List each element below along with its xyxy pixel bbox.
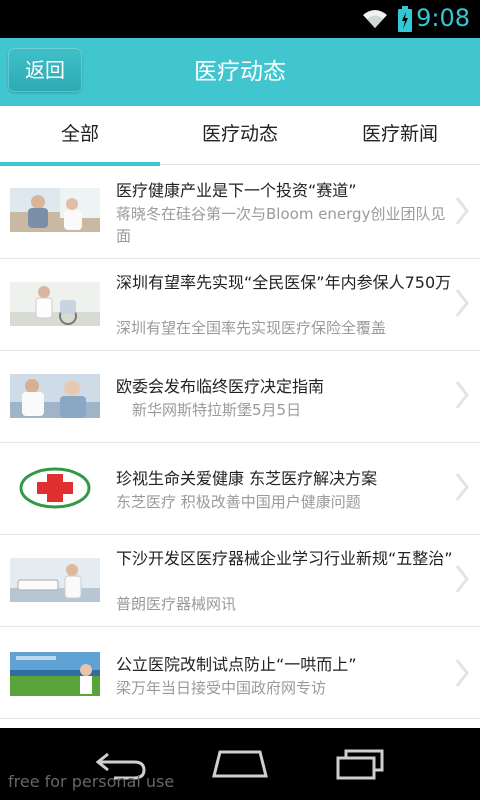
list-item-subtitle: 梁万年当日接受中国政府网专访 (116, 679, 327, 697)
chevron-right-icon (455, 565, 469, 593)
list-item[interactable]: 深圳有望率先实现“全民医保”年内参保人750万 深圳有望在全国率先实现医疗保险全… (0, 258, 480, 351)
status-time: 9:08 (416, 4, 470, 32)
list-item[interactable]: 公立医院改制试点防止“一哄而上” 梁万年当日接受中国政府网专访 (0, 626, 480, 719)
list-item[interactable]: 珍视生命关爱健康 东芝医疗解决方案 东芝医疗 积极改善中国用户健康问题 (0, 442, 480, 535)
list-item-subtitle: 普朗医疗器械网讯 (116, 595, 237, 613)
news-thumbnail (10, 282, 100, 326)
status-bar: 9:08 (0, 0, 480, 38)
wifi-icon (363, 10, 387, 28)
list-item[interactable]: 欧委会发布临终医疗决定指南 新华网斯特拉斯堡5月5日 (0, 350, 480, 443)
chevron-right-icon (455, 473, 469, 501)
nav-home-icon[interactable] (210, 746, 270, 780)
list-item-subtitle: 蒋晓冬在硅谷第一次与Bloom energy创业团队见面 (116, 205, 446, 245)
news-list: 医疗健康产业是下一个投资“赛道” 蒋晓冬在硅谷第一次与Bloom energy创… (0, 166, 480, 728)
battery-icon (398, 6, 412, 32)
tab-medical-dynamics[interactable]: 医疗动态 (160, 106, 320, 162)
list-item[interactable]: 医疗健康产业是下一个投资“赛道” 蒋晓冬在硅谷第一次与Bloom energy创… (0, 166, 480, 259)
chevron-right-icon (455, 197, 469, 225)
list-item-title: 医疗健康产业是下一个投资“赛道” (116, 181, 357, 200)
chevron-right-icon (455, 659, 469, 687)
list-item-title: 欧委会发布临终医疗决定指南 (116, 377, 325, 396)
list-item[interactable]: 下沙开发区医疗器械企业学习行业新规“五整治” 普朗医疗器械网讯 (0, 534, 480, 627)
list-item-title: 珍视生命关爱健康 东芝医疗解决方案 (116, 469, 378, 488)
news-thumbnail (10, 188, 100, 232)
back-button[interactable]: 返回 (8, 48, 82, 92)
list-item-title: 深圳有望率先实现“全民医保”年内参保人750万 (116, 273, 452, 292)
chevron-right-icon (455, 381, 469, 409)
tab-medical-news[interactable]: 医疗新闻 (320, 106, 480, 162)
list-item-title: 公立医院改制试点防止“一哄而上” (116, 655, 357, 674)
list-item-subtitle: 东芝医疗 积极改善中国用户健康问题 (116, 493, 361, 511)
tab-bar: 全部 医疗动态 医疗新闻 (0, 106, 480, 166)
list-item-subtitle: 新华网斯特拉斯堡5月5日 (132, 401, 302, 419)
list-item-title: 下沙开发区医疗器械企业学习行业新规“五整治” (116, 549, 453, 568)
tab-all[interactable]: 全部 (0, 106, 160, 162)
watermark-text: free for personal use (8, 772, 175, 791)
list-item-subtitle: 深圳有望在全国率先实现医疗保险全覆盖 (116, 319, 387, 337)
red-cross-logo (10, 466, 100, 510)
news-thumbnail (10, 652, 100, 696)
app-header: 医疗动态 返回 (0, 38, 480, 106)
news-thumbnail (10, 558, 100, 602)
chevron-right-icon (455, 289, 469, 317)
news-thumbnail (10, 374, 100, 418)
nav-recents-icon[interactable] (330, 746, 390, 780)
